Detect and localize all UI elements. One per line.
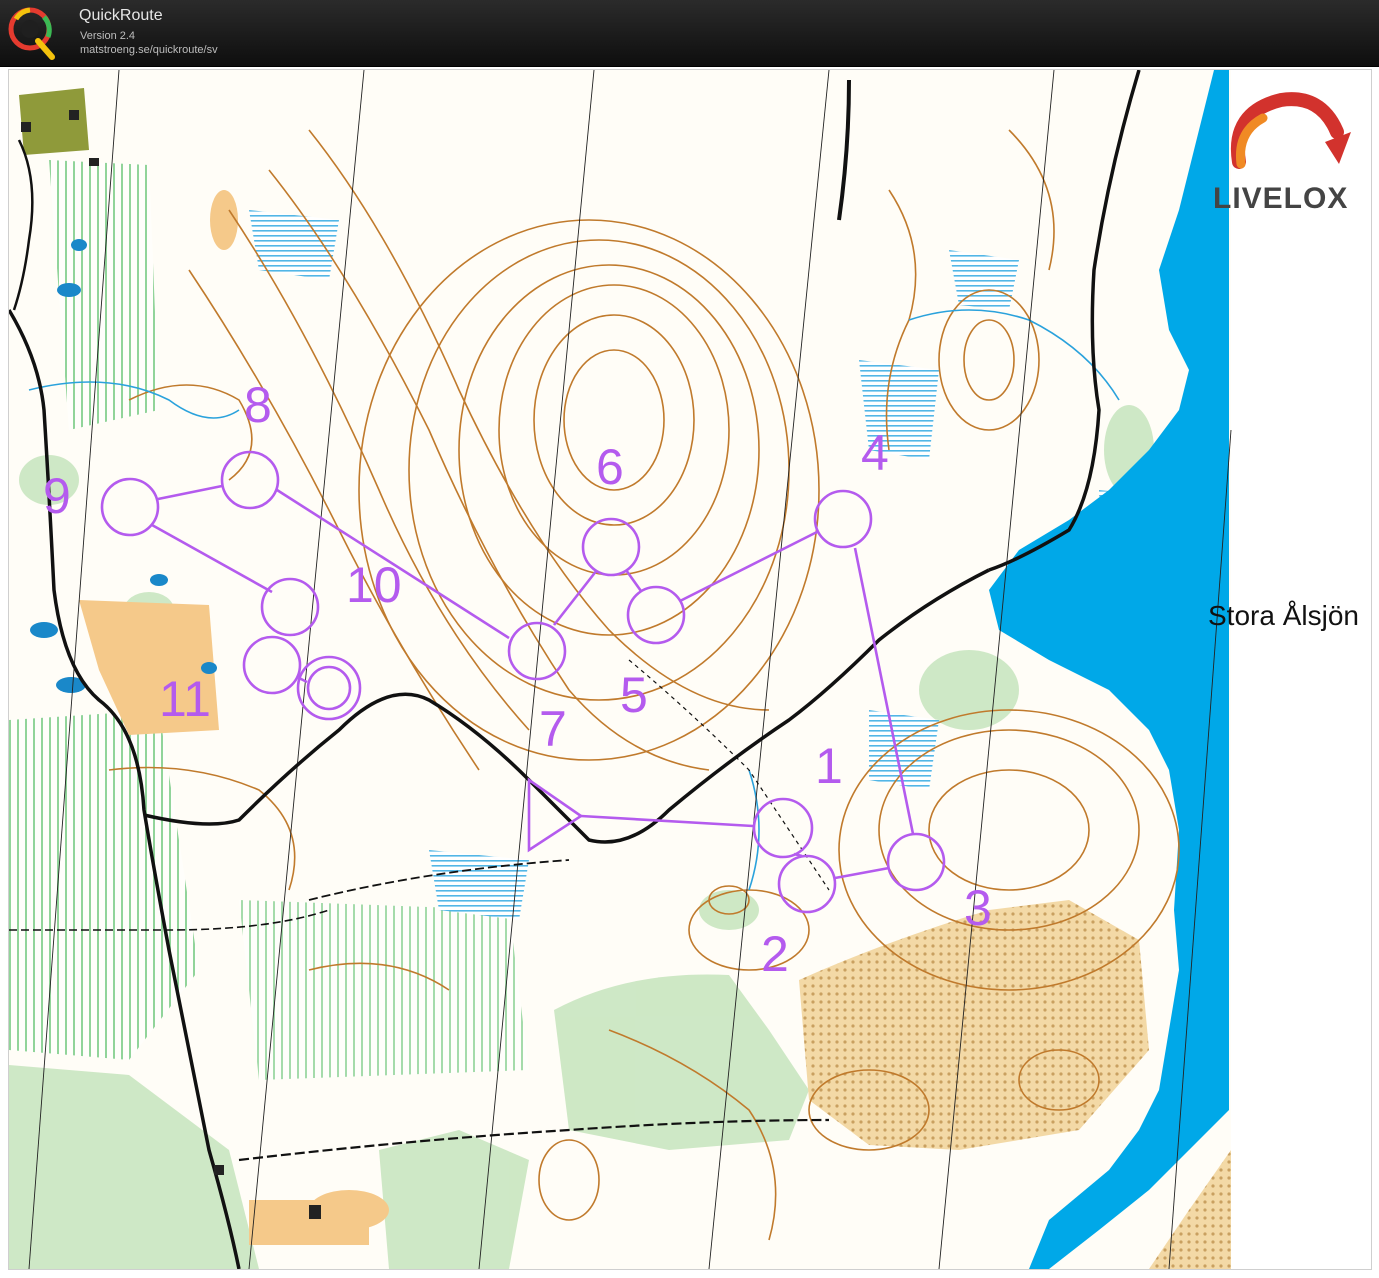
control-circle-6 [581, 517, 641, 577]
control-number-11: 11 [159, 671, 211, 727]
control-number-1: 1 [815, 738, 843, 794]
control-circle-9 [100, 477, 160, 537]
control-circle-2 [777, 854, 837, 914]
leg-8-9 [157, 484, 223, 501]
quickroute-logo-icon [8, 7, 55, 60]
control-number-6: 6 [596, 439, 624, 495]
start-triangle [527, 777, 584, 853]
leg-4-5 [679, 530, 818, 603]
map-canvas [9, 70, 1371, 1269]
app-name: QuickRoute [79, 7, 163, 24]
control-number-7: 7 [539, 701, 567, 757]
orienteering-map[interactable]: 1 2 3 4 5 6 7 8 9 10 11 Stora Ålsjön LIV… [8, 69, 1372, 1270]
leg-6-7 [552, 569, 599, 626]
control-circle-7 [507, 621, 567, 681]
control-number-8: 8 [244, 377, 272, 433]
finish-inner-circle [306, 665, 352, 711]
control-circle-1 [752, 797, 814, 859]
app-version: Version 2.4 [80, 30, 136, 42]
map-right-margin [1231, 70, 1371, 1269]
control-circle-10 [260, 577, 320, 637]
livelox-logo-text: LIVELOX [1213, 182, 1349, 215]
leg-start-1 [580, 814, 754, 828]
control-number-5: 5 [620, 667, 648, 723]
control-circle-4 [813, 489, 873, 549]
leg-3-4 [853, 547, 915, 835]
app-url[interactable]: matstroeng.se/quickroute/sv [80, 44, 218, 56]
control-number-3: 3 [964, 880, 992, 936]
leg-9-10 [151, 523, 273, 594]
control-number-10: 10 [346, 557, 402, 613]
leg-2-3 [834, 866, 890, 880]
control-number-2: 2 [761, 926, 789, 982]
control-circle-3 [886, 832, 946, 892]
control-circle-8 [220, 450, 280, 510]
title-bar: QuickRoute Version 2.4 matstroeng.se/qui… [0, 0, 1379, 67]
lake-label: Stora Ålsjön [1208, 600, 1359, 631]
stony-ground-area [799, 900, 1149, 1150]
control-number-9: 9 [43, 468, 71, 524]
control-circle-11 [242, 635, 302, 695]
control-number-4: 4 [861, 425, 889, 481]
